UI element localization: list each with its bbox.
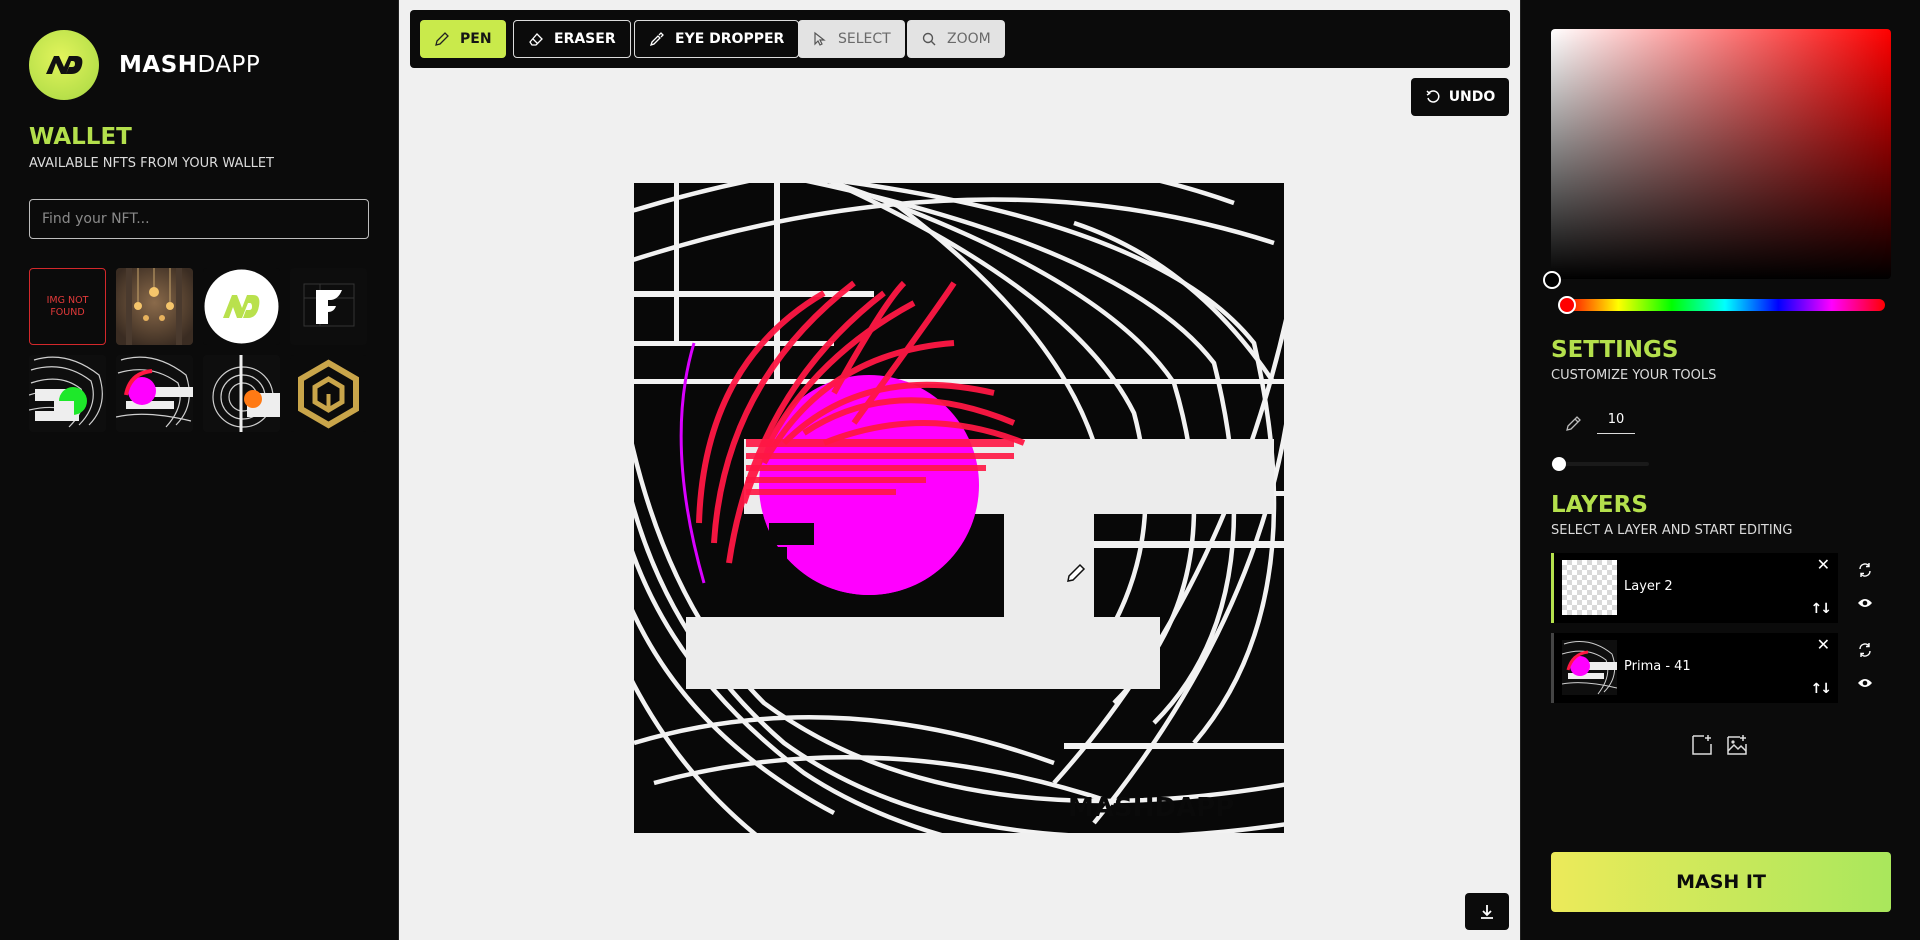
brand-name: MASHDAPP xyxy=(119,52,261,78)
color-saturation-picker[interactable] xyxy=(1551,29,1891,279)
mash-it-button[interactable]: MASH IT xyxy=(1551,852,1891,912)
nft-item-orange-art[interactable] xyxy=(203,355,280,432)
select-tool-label: SELECT xyxy=(838,31,891,47)
canvas-watermark: MASHDAPP xyxy=(1068,793,1234,823)
layer-thumbnail xyxy=(1561,640,1618,695)
green-circle-art-image xyxy=(29,355,106,432)
hue-slider[interactable] xyxy=(1565,299,1885,311)
layer-name: Prima - 41 xyxy=(1624,659,1691,674)
reorder-arrows-icon[interactable]: ↑↓ xyxy=(1811,601,1833,617)
undo-icon xyxy=(1425,89,1441,105)
cursor-arrow-icon xyxy=(812,31,828,47)
nft-item-gold-cube[interactable] xyxy=(290,355,367,432)
undo-button[interactable]: UNDO xyxy=(1411,78,1509,116)
layer-item[interactable]: Prima - 41 ✕ ↑↓ xyxy=(1551,633,1838,703)
eraser-icon xyxy=(528,31,544,47)
pen-tool-label: PEN xyxy=(460,31,492,47)
letter-f-logo-image xyxy=(303,283,355,327)
nft-item-mashdapp[interactable] xyxy=(203,268,280,345)
pencil-icon xyxy=(1566,416,1581,431)
select-tool-button[interactable]: SELECT xyxy=(798,20,905,58)
eraser-tool-label: ERASER xyxy=(554,31,616,47)
wallet-title: WALLET xyxy=(29,124,132,150)
layers-title: LAYERS xyxy=(1551,492,1648,518)
layer-name: Layer 2 xyxy=(1624,579,1673,594)
nft-search-input[interactable] xyxy=(29,199,369,239)
drawing-canvas[interactable]: MASHDAPP xyxy=(634,183,1284,833)
pen-tool-button[interactable]: PEN xyxy=(420,20,506,58)
zoom-tool-button[interactable]: ZOOM xyxy=(907,20,1005,58)
settings-subtitle: CUSTOMIZE YOUR TOOLS xyxy=(1551,368,1717,383)
download-icon xyxy=(1481,904,1493,919)
add-layer-button[interactable] xyxy=(1690,733,1714,757)
wallet-sidebar: MASHDAPP WALLET AVAILABLE NFTS FROM YOUR… xyxy=(0,0,399,940)
canvas-artwork: MASHDAPP xyxy=(634,183,1284,833)
eye-icon[interactable] xyxy=(1857,595,1873,611)
nft-item-not-found[interactable]: IMG NOT FOUND xyxy=(29,268,106,345)
new-layer-icon xyxy=(1692,735,1712,755)
nft-grid: IMG NOT FOUND xyxy=(29,268,367,432)
chandelier-room-image xyxy=(116,268,193,345)
eye-dropper-tool-button[interactable]: EYE DROPPER xyxy=(634,20,800,58)
app-root: MASHDAPP WALLET AVAILABLE NFTS FROM YOUR… xyxy=(0,0,1920,940)
eraser-tool-button[interactable]: ERASER xyxy=(513,20,631,58)
undo-label: UNDO xyxy=(1448,89,1496,105)
refresh-icon[interactable] xyxy=(1857,642,1873,658)
mashdapp-logo-icon xyxy=(29,30,99,100)
brush-size-row: 10 xyxy=(1565,412,1635,434)
zoom-tool-label: ZOOM xyxy=(947,31,991,47)
hue-slider-handle[interactable] xyxy=(1558,296,1576,314)
nft-item-f-logo[interactable] xyxy=(290,268,367,345)
tool-bar: PEN ERASER EYE DROPPER SELECT ZOOM xyxy=(410,10,1510,68)
orange-circle-art-image xyxy=(203,355,280,432)
add-image-layer-button[interactable] xyxy=(1725,733,1749,757)
nft-item-magenta-art[interactable] xyxy=(116,355,193,432)
add-image-icon xyxy=(1727,735,1747,755)
brush-size-input[interactable]: 10 xyxy=(1597,412,1635,434)
layers-subtitle: SELECT A LAYER AND START EDITING xyxy=(1551,523,1793,538)
magnifier-icon xyxy=(921,31,937,47)
eye-dropper-icon xyxy=(649,31,665,47)
nft-item-chandelier[interactable] xyxy=(116,268,193,345)
close-icon[interactable]: ✕ xyxy=(1817,555,1830,574)
gold-cube-logo-image xyxy=(298,359,359,429)
color-picker-handle[interactable] xyxy=(1543,271,1561,289)
refresh-icon[interactable] xyxy=(1857,562,1873,578)
eye-dropper-tool-label: EYE DROPPER xyxy=(675,31,785,47)
wallet-subtitle: AVAILABLE NFTS FROM YOUR WALLET xyxy=(29,156,275,171)
layer-thumbnail xyxy=(1562,560,1617,615)
settings-title: SETTINGS xyxy=(1551,337,1679,363)
eye-icon[interactable] xyxy=(1857,675,1873,691)
brand[interactable]: MASHDAPP xyxy=(29,30,260,100)
layer-item[interactable]: Layer 2 ✕ ↑↓ xyxy=(1551,553,1838,623)
tools-sidebar: SETTINGS CUSTOMIZE YOUR TOOLS 10 LAYERS … xyxy=(1520,0,1920,940)
pen-icon xyxy=(434,31,450,47)
nft-item-green-art[interactable] xyxy=(29,355,106,432)
brush-size-slider-handle[interactable] xyxy=(1552,457,1566,471)
download-button[interactable] xyxy=(1465,893,1509,930)
magenta-circle-art-image xyxy=(116,355,193,432)
close-icon[interactable]: ✕ xyxy=(1817,635,1830,654)
reorder-arrows-icon[interactable]: ↑↓ xyxy=(1811,681,1833,697)
mashdapp-logo-image xyxy=(204,269,279,344)
